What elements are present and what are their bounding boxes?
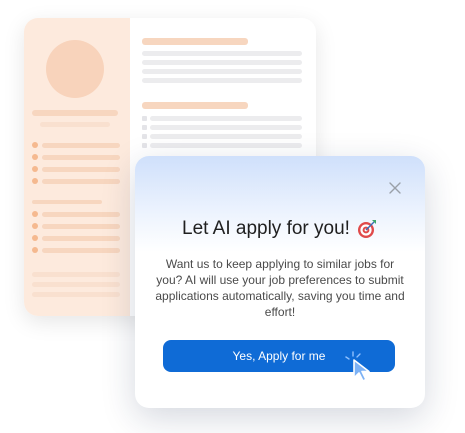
placeholder-line [32,200,102,204]
placeholder-line [42,143,120,148]
bullet-dot [32,178,38,184]
bullet-dot [32,211,38,217]
avatar-placeholder [46,40,104,98]
auto-apply-dialog: Let AI apply for you! Want us to keep ap… [135,156,425,408]
bullet-dot [32,154,38,160]
placeholder-heading [142,38,248,45]
placeholder-line [32,282,120,287]
placeholder-line [42,224,120,229]
placeholder-line [32,272,120,277]
placeholder-line [42,167,120,172]
placeholder-line [42,236,120,241]
cursor-icon [345,350,379,384]
placeholder-line [150,125,302,130]
placeholder-line [142,69,302,74]
bullet-dot [32,235,38,241]
placeholder-line [32,292,120,297]
placeholder-line [32,110,118,116]
placeholder-line [142,60,302,65]
bullet-square [142,125,147,130]
placeholder-line [40,122,110,127]
placeholder-line [42,155,120,160]
placeholder-line [150,134,302,139]
placeholder-line [142,51,302,56]
placeholder-line [150,116,302,121]
bullet-square [142,134,147,139]
bullet-dot [32,247,38,253]
bullet-dot [32,223,38,229]
placeholder-line [42,248,120,253]
bullet-square [142,143,147,148]
placeholder-line [142,78,302,83]
target-icon [356,218,378,240]
placeholder-line [150,143,302,148]
placeholder-heading [142,102,248,109]
dialog-title: Let AI apply for you! [182,218,350,239]
bullet-dot [32,166,38,172]
dialog-description: Want us to keep applying to similar jobs… [155,257,405,319]
placeholder-line [42,179,120,184]
close-icon[interactable] [387,180,403,196]
bullet-square [142,116,147,121]
placeholder-line [42,212,120,217]
bullet-dot [32,142,38,148]
dialog-title-row: Let AI apply for you! [135,218,425,240]
